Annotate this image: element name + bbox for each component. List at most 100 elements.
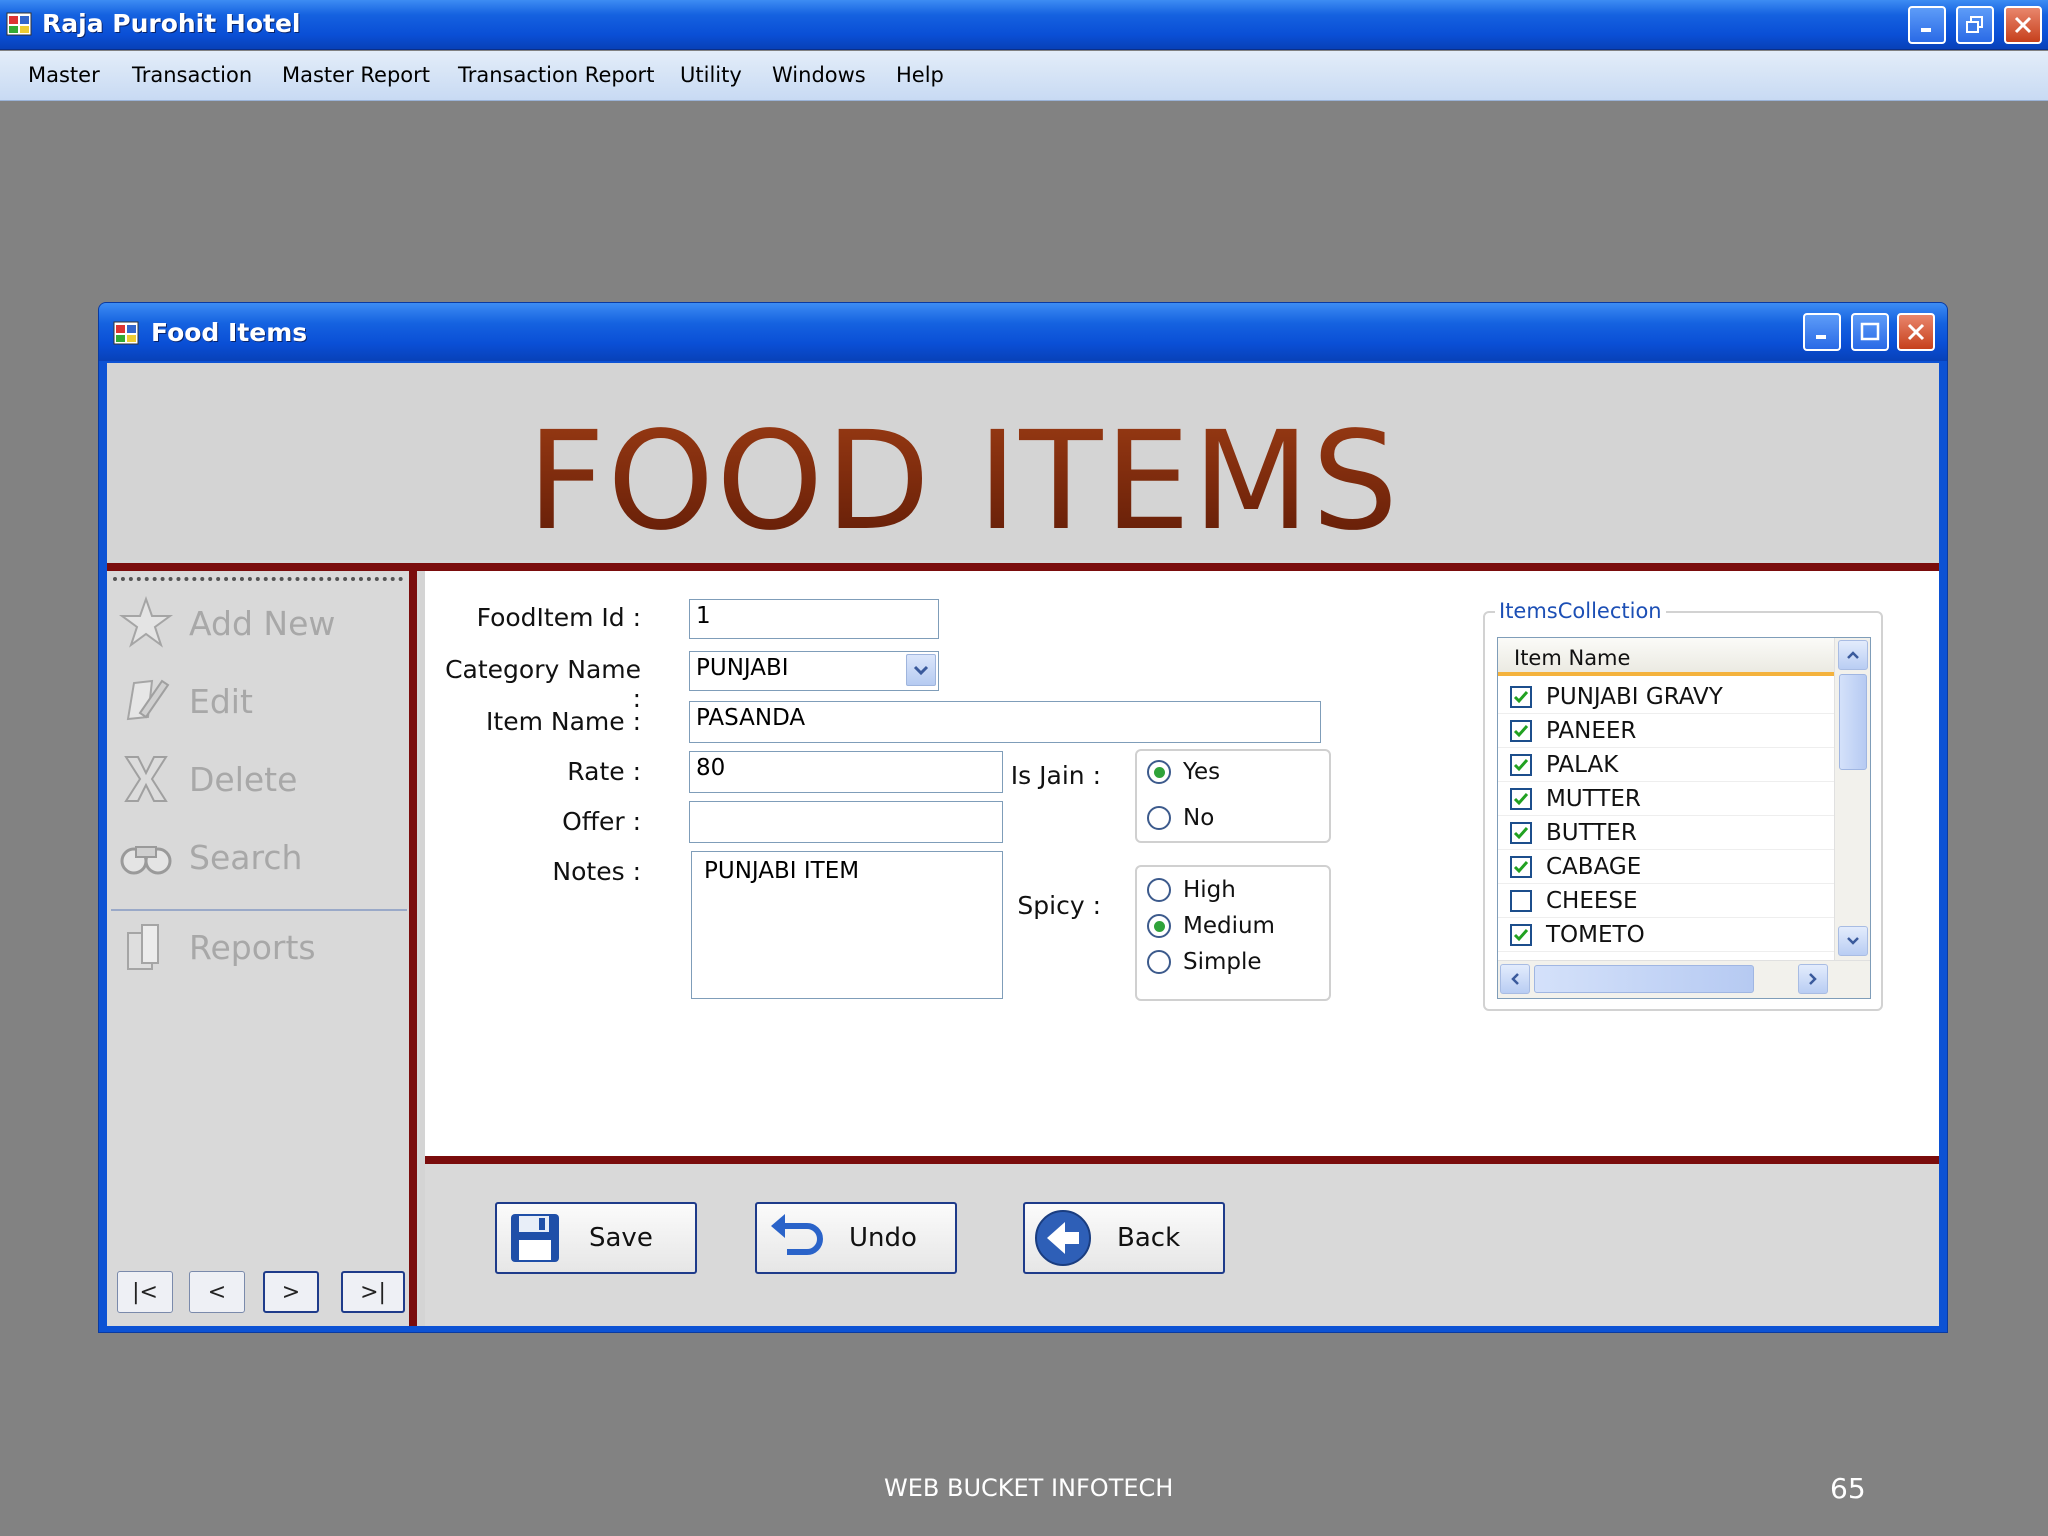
- spicy-group: High Medium Simple: [1135, 865, 1331, 1001]
- item-name-field[interactable]: PASANDA: [689, 701, 1321, 743]
- vertical-scrollbar[interactable]: [1834, 638, 1870, 960]
- list-item-label: PANEER: [1546, 717, 1637, 744]
- scroll-right-icon[interactable]: [1798, 964, 1828, 994]
- child-close-button[interactable]: [1897, 313, 1935, 351]
- sidebar-item-label: Reports: [189, 927, 316, 967]
- sidebar-item-add-new[interactable]: Add New: [113, 593, 403, 653]
- checkbox-checked-icon[interactable]: [1510, 719, 1532, 742]
- rate-label: Rate :: [567, 757, 641, 786]
- fooditem-id-field[interactable]: 1: [689, 599, 939, 639]
- minimize-button[interactable]: [1908, 6, 1946, 44]
- list-item-label: PALAK: [1546, 751, 1619, 778]
- horizontal-scroll-thumb[interactable]: [1534, 965, 1754, 993]
- food-item-form: FoodItem Id : 1 Category Name : PUNJABI …: [425, 571, 1939, 1156]
- menu-help[interactable]: Help: [896, 63, 944, 87]
- sidebar-item-edit[interactable]: Edit: [113, 671, 403, 731]
- undo-button[interactable]: Undo: [755, 1202, 957, 1274]
- save-button[interactable]: Save: [495, 1202, 697, 1274]
- child-minimize-button[interactable]: [1803, 313, 1841, 351]
- sidebar-item-label: Delete: [189, 759, 298, 799]
- rate-field[interactable]: 80: [689, 751, 1003, 793]
- column-header-item-name[interactable]: Item Name: [1498, 638, 1834, 676]
- list-item-label: CHEESE: [1546, 887, 1638, 914]
- close-button[interactable]: [2004, 6, 2042, 44]
- app-window-icon: [6, 12, 32, 36]
- nav-previous-button[interactable]: <: [189, 1271, 245, 1313]
- list-item-label: MUTTER: [1546, 785, 1641, 812]
- spicy-medium-radio[interactable]: Medium: [1147, 913, 1275, 939]
- pencil-icon: [113, 671, 179, 731]
- list-item[interactable]: CABAGE: [1498, 850, 1834, 884]
- scroll-left-icon[interactable]: [1500, 964, 1530, 994]
- restore-icon: [1966, 16, 1983, 33]
- list-item[interactable]: PALAK: [1498, 748, 1834, 782]
- banner-title: FOOD ITEMS: [527, 403, 1401, 561]
- sidebar-item-reports[interactable]: Reports: [113, 917, 403, 977]
- spicy-high-radio[interactable]: High: [1147, 877, 1236, 903]
- menu-transaction-report[interactable]: Transaction Report: [458, 63, 654, 87]
- undo-button-label: Undo: [849, 1223, 917, 1253]
- is-jain-yes-radio[interactable]: Yes: [1147, 759, 1220, 785]
- checkbox-checked-icon[interactable]: [1510, 753, 1532, 776]
- spicy-simple-radio[interactable]: Simple: [1147, 949, 1262, 975]
- sidebar-item-label: Search: [189, 837, 303, 877]
- minimize-icon: [1921, 28, 1931, 32]
- child-window-icon: [113, 321, 139, 345]
- close-icon: [2014, 16, 2032, 34]
- radio-selected-icon: [1147, 760, 1171, 784]
- is-jain-group: Yes No: [1135, 749, 1331, 843]
- list-item[interactable]: PANEER: [1498, 714, 1834, 748]
- nav-next-button[interactable]: >: [263, 1271, 319, 1313]
- nav-first-button[interactable]: |<: [117, 1271, 173, 1313]
- checkbox-checked-icon[interactable]: [1510, 855, 1532, 878]
- app-title: Raja Purohit Hotel: [42, 9, 301, 38]
- checkbox-checked-icon[interactable]: [1510, 821, 1532, 844]
- horizontal-scrollbar[interactable]: [1498, 960, 1870, 998]
- list-item[interactable]: TOMETO: [1498, 918, 1834, 952]
- vertical-scroll-thumb[interactable]: [1839, 674, 1867, 770]
- chevron-down-icon[interactable]: [906, 654, 936, 686]
- menu-windows[interactable]: Windows: [772, 63, 866, 87]
- banner-divider: [107, 563, 1939, 571]
- menu-master-report[interactable]: Master Report: [282, 63, 430, 87]
- list-item[interactable]: MUTTER: [1498, 782, 1834, 816]
- menu-transaction[interactable]: Transaction: [132, 63, 252, 87]
- category-name-select[interactable]: PUNJABI: [689, 651, 939, 691]
- list-item[interactable]: PUNJABI GRAVY: [1498, 680, 1834, 714]
- save-button-label: Save: [589, 1223, 653, 1253]
- scroll-up-icon[interactable]: [1838, 640, 1868, 670]
- child-titlebar: Food Items: [99, 303, 1947, 361]
- reports-icon: [113, 917, 179, 977]
- list-item[interactable]: BUTTER: [1498, 816, 1834, 850]
- checkbox-checked-icon[interactable]: [1510, 787, 1532, 810]
- checkbox-checked-icon[interactable]: [1510, 685, 1532, 708]
- radio-selected-icon: [1147, 914, 1171, 938]
- action-bar: Save Undo Back: [425, 1164, 1939, 1326]
- checkbox-unchecked-icon[interactable]: [1510, 889, 1532, 912]
- binoculars-icon: [113, 827, 179, 887]
- notes-textarea[interactable]: PUNJABI ITEM: [691, 851, 1003, 999]
- scroll-down-icon[interactable]: [1838, 926, 1868, 956]
- nav-last-button[interactable]: >|: [341, 1271, 405, 1313]
- child-maximize-button[interactable]: [1851, 313, 1889, 351]
- radio-label: Medium: [1183, 913, 1275, 939]
- sidebar-item-search[interactable]: Search: [113, 827, 403, 887]
- radio-unselected-icon: [1147, 806, 1171, 830]
- radio-unselected-icon: [1147, 878, 1171, 902]
- category-name-label: Category Name :: [445, 655, 641, 713]
- offer-field[interactable]: [689, 801, 1003, 843]
- banner: FOOD ITEMS: [107, 363, 1939, 563]
- star-icon: [113, 593, 179, 653]
- notes-label: Notes :: [552, 857, 641, 886]
- is-jain-no-radio[interactable]: No: [1147, 805, 1214, 831]
- items-listview[interactable]: Item Name PUNJABI GRAVY PANEER PALAK MUT…: [1497, 637, 1871, 999]
- list-item[interactable]: CHEESE: [1498, 884, 1834, 918]
- category-selected-value: PUNJABI: [696, 655, 789, 681]
- sidebar-item-delete[interactable]: Delete: [113, 749, 403, 809]
- checkbox-checked-icon[interactable]: [1510, 923, 1532, 946]
- back-button[interactable]: Back: [1023, 1202, 1225, 1274]
- delete-x-icon: [113, 749, 179, 809]
- menu-master[interactable]: Master: [28, 63, 100, 87]
- menu-utility[interactable]: Utility: [680, 63, 742, 87]
- restore-button[interactable]: [1956, 6, 1994, 44]
